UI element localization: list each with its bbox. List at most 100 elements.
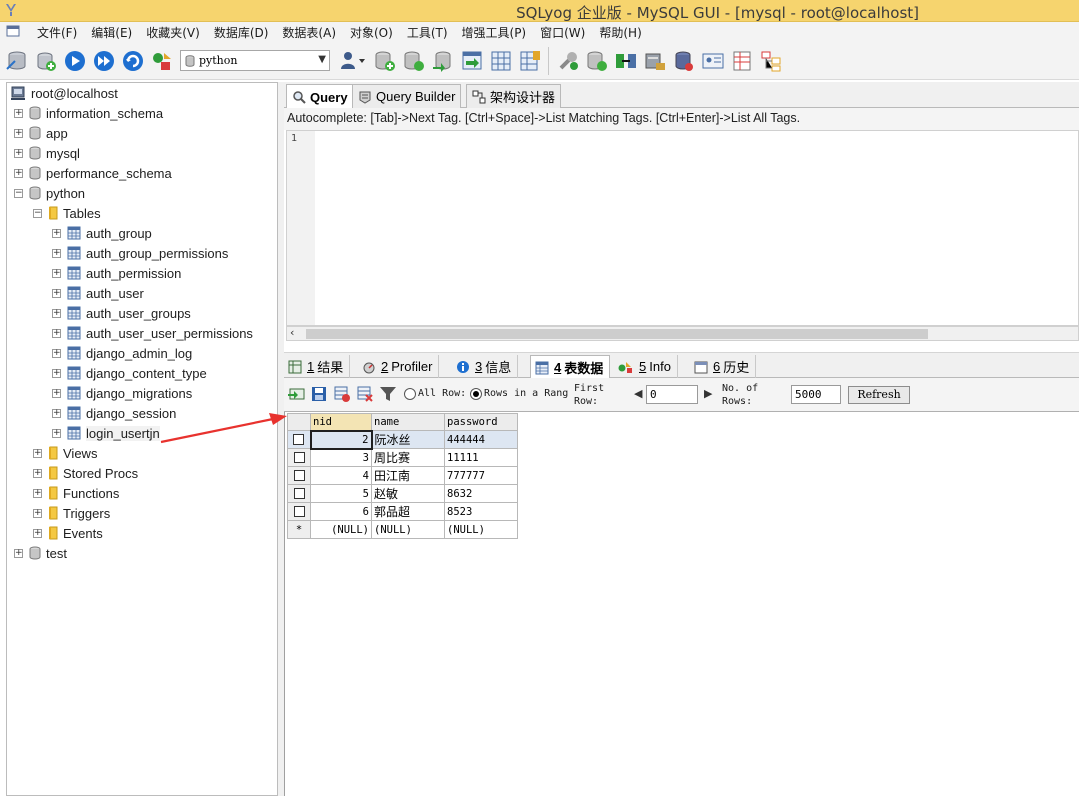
row-checkbox[interactable] bbox=[287, 430, 311, 449]
expand-icon[interactable]: + bbox=[52, 328, 61, 338]
menu-help[interactable]: 帮助(H) bbox=[592, 24, 648, 41]
row-checkbox[interactable] bbox=[287, 484, 311, 503]
tree-table-item[interactable]: + auth_user bbox=[52, 283, 144, 303]
expand-icon[interactable]: + bbox=[33, 528, 42, 538]
tree-table-item[interactable]: + django_migrations bbox=[52, 383, 192, 403]
menu-window[interactable]: 窗口(W) bbox=[533, 24, 592, 41]
refresh-object-browser-button[interactable] bbox=[118, 46, 147, 76]
user-manager-button[interactable] bbox=[334, 46, 370, 76]
expand-icon[interactable]: + bbox=[14, 548, 23, 558]
tree-folder-functions[interactable]: + Functions bbox=[33, 483, 119, 503]
column-header-password[interactable]: password bbox=[444, 413, 518, 431]
expand-icon[interactable]: + bbox=[52, 308, 61, 318]
cell-nid[interactable]: (NULL) bbox=[310, 520, 372, 539]
insert-row-icon[interactable] bbox=[288, 385, 306, 403]
tree-db-mysql[interactable]: + mysql bbox=[14, 143, 80, 163]
tree-folder-stored-procs[interactable]: + Stored Procs bbox=[33, 463, 138, 483]
column-header-name[interactable]: name bbox=[371, 413, 445, 431]
tree-folder-triggers[interactable]: + Triggers bbox=[33, 503, 110, 523]
menu-database[interactable]: 数据库(D) bbox=[207, 24, 276, 41]
cell-name[interactable]: 郭品超 bbox=[371, 502, 445, 521]
save-icon[interactable] bbox=[310, 385, 328, 403]
tree-table-item[interactable]: + auth_user_user_permissions bbox=[52, 323, 253, 343]
schema-sync-button[interactable] bbox=[611, 46, 640, 76]
expand-icon[interactable]: + bbox=[14, 168, 23, 178]
mdi-window-icon[interactable] bbox=[6, 25, 22, 39]
cell-nid[interactable]: 2 bbox=[309, 429, 373, 450]
rows-in-range-radio[interactable] bbox=[470, 388, 482, 400]
backup-database-button[interactable] bbox=[428, 46, 457, 76]
cell-name[interactable]: 赵敏 bbox=[371, 484, 445, 503]
scheduled-backup-button[interactable] bbox=[553, 46, 582, 76]
tree-table-item[interactable]: + django_content_type bbox=[52, 363, 207, 383]
cell-password[interactable]: 8632 bbox=[444, 484, 518, 503]
query-builder-button[interactable] bbox=[669, 46, 698, 76]
cell-password[interactable]: 11111 bbox=[444, 448, 518, 467]
table-diagnostics-button[interactable] bbox=[727, 46, 756, 76]
table-data-button[interactable] bbox=[486, 46, 515, 76]
table-design-button[interactable] bbox=[515, 46, 544, 76]
row-checkbox[interactable] bbox=[287, 466, 311, 485]
database-select[interactable]: python ▼ bbox=[180, 50, 330, 71]
cell-password[interactable]: (NULL) bbox=[444, 520, 518, 539]
tree-db-information-schema[interactable]: + information_schema bbox=[14, 103, 163, 123]
scroll-left-icon[interactable]: ‹ bbox=[290, 326, 294, 339]
editor-horizontal-scrollbar[interactable]: ‹ bbox=[286, 326, 1079, 341]
no-of-rows-input[interactable]: 5000 bbox=[791, 385, 841, 404]
collapse-icon[interactable]: − bbox=[14, 188, 23, 198]
tree-table-item[interactable]: + auth_permission bbox=[52, 263, 181, 283]
execute-all-button[interactable] bbox=[89, 46, 118, 76]
tree-folder-views[interactable]: + Views bbox=[33, 443, 97, 463]
tab-info[interactable]: 5 Info bbox=[614, 355, 678, 378]
tree-folder-tables[interactable]: − Tables bbox=[33, 203, 101, 223]
cell-name[interactable]: 阮冰丝 bbox=[371, 430, 445, 449]
expand-icon[interactable]: + bbox=[52, 288, 61, 298]
new-row[interactable]: * (NULL) (NULL) (NULL) bbox=[287, 520, 518, 539]
sql-editor[interactable]: 1 bbox=[286, 130, 1079, 326]
cell-name[interactable]: 周比赛 bbox=[371, 448, 445, 467]
collapse-icon[interactable]: − bbox=[33, 208, 42, 218]
tree-table-item[interactable]: + auth_group_permissions bbox=[52, 243, 228, 263]
tree-db-performance-schema[interactable]: + performance_schema bbox=[14, 163, 172, 183]
create-database-button[interactable] bbox=[370, 46, 399, 76]
expand-icon[interactable]: + bbox=[33, 488, 42, 498]
tree-root-server[interactable]: root@localhost bbox=[10, 83, 118, 103]
tree-table-item[interactable]: + django_admin_log bbox=[52, 343, 192, 363]
tree-table-item-selected[interactable]: + login_usertjn bbox=[52, 423, 160, 443]
cell-password[interactable]: 8523 bbox=[444, 502, 518, 521]
tab-schema-designer[interactable]: 架构设计器 bbox=[466, 84, 562, 108]
previous-page-icon[interactable]: ◀ bbox=[634, 387, 642, 400]
expand-icon[interactable]: + bbox=[52, 408, 61, 418]
expand-icon[interactable]: + bbox=[52, 428, 61, 438]
menu-edit[interactable]: 编辑(E) bbox=[84, 24, 139, 41]
expand-icon[interactable]: + bbox=[33, 468, 42, 478]
expand-icon[interactable]: + bbox=[52, 348, 61, 358]
expand-icon[interactable]: + bbox=[52, 228, 61, 238]
table-row[interactable]: 4 田江南 777777 bbox=[287, 466, 518, 485]
data-sync-button[interactable] bbox=[640, 46, 669, 76]
menu-object[interactable]: 对象(O) bbox=[343, 24, 400, 41]
new-connection-button[interactable] bbox=[31, 46, 60, 76]
connect-button[interactable] bbox=[2, 46, 31, 76]
table-row[interactable]: 2 阮冰丝 444444 bbox=[287, 429, 518, 450]
import-table-button[interactable] bbox=[457, 46, 486, 76]
next-page-icon[interactable]: ▶ bbox=[704, 387, 712, 400]
alter-database-button[interactable] bbox=[399, 46, 428, 76]
cell-password[interactable]: 444444 bbox=[444, 430, 518, 449]
tree-db-app[interactable]: + app bbox=[14, 123, 68, 143]
tab-messages[interactable]: 3 信息 bbox=[452, 355, 519, 378]
tab-query[interactable]: Query bbox=[286, 84, 354, 109]
tree-db-python[interactable]: − python bbox=[14, 183, 85, 203]
schema-structure-button[interactable] bbox=[756, 46, 785, 76]
column-header-nid[interactable]: nid bbox=[310, 413, 372, 431]
execute-query-button[interactable] bbox=[60, 46, 89, 76]
tab-history[interactable]: 6 历史 bbox=[690, 355, 757, 378]
row-checkbox[interactable] bbox=[287, 448, 311, 467]
tree-db-test[interactable]: + test bbox=[14, 543, 67, 563]
cell-nid[interactable]: 4 bbox=[310, 466, 372, 485]
filter-icon[interactable] bbox=[379, 385, 397, 403]
expand-icon[interactable]: + bbox=[52, 368, 61, 378]
tab-table-data[interactable]: 4 表数据 bbox=[530, 355, 611, 379]
tab-profiler[interactable]: 2 Profiler bbox=[358, 355, 440, 378]
tree-folder-events[interactable]: + Events bbox=[33, 523, 103, 543]
